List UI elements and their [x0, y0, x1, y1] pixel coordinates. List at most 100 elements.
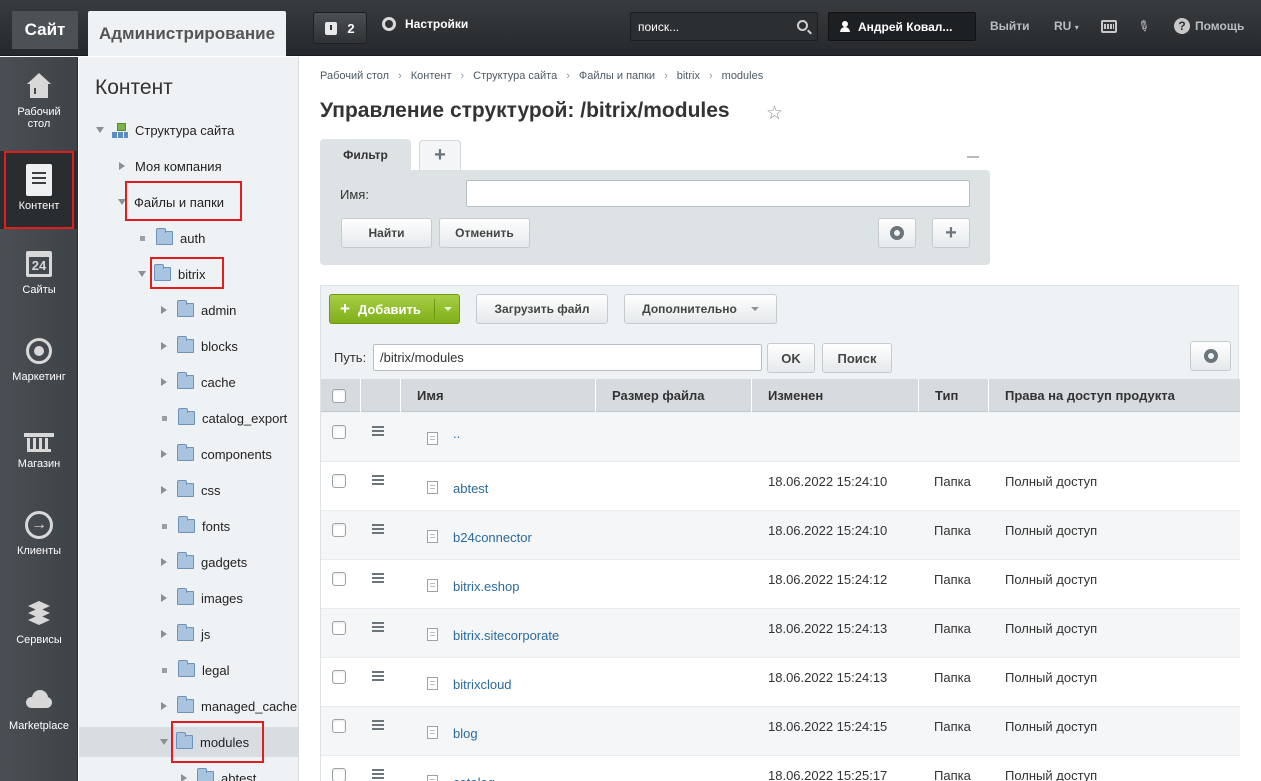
tab-filter[interactable]: Фильтр [320, 139, 411, 171]
row-menu-icon[interactable] [372, 426, 384, 436]
row-checkbox[interactable] [332, 572, 346, 586]
grid-settings-button[interactable] [1190, 341, 1231, 371]
file-name-link[interactable]: abtest [453, 481, 488, 496]
language-selector[interactable]: RU ▾ [1054, 19, 1079, 33]
tree-item-my-company[interactable]: Моя компания [79, 151, 298, 181]
row-checkbox[interactable] [332, 474, 346, 488]
filter-name-input[interactable] [466, 180, 970, 207]
expand-arrow-icon[interactable] [160, 739, 168, 745]
row-menu-icon[interactable] [372, 769, 384, 779]
collapse-arrow-icon[interactable] [161, 702, 167, 710]
breadcrumb-item[interactable]: Структура сайта [473, 70, 557, 82]
tree-item-abtest[interactable]: abtest [79, 763, 298, 781]
table-row[interactable]: abtest 18.06.2022 15:24:10 Папка Полный … [321, 462, 1240, 511]
tree-item-images[interactable]: images [79, 583, 298, 613]
file-name-link[interactable]: catalog [453, 775, 495, 781]
column-header-modified[interactable]: Изменен [752, 379, 919, 412]
tab-site[interactable]: Сайт [12, 11, 78, 49]
collapse-arrow-icon[interactable] [161, 450, 167, 458]
breadcrumb-item[interactable]: Контент [411, 70, 452, 82]
file-name-link[interactable]: .. [453, 426, 460, 441]
menu-item-clients[interactable]: → Клиенты [0, 510, 78, 557]
tree-item-gadgets[interactable]: gadgets [79, 547, 298, 577]
table-row[interactable]: bitrix.sitecorporate 18.06.2022 15:24:13… [321, 609, 1240, 658]
menu-item-desktop[interactable]: Рабочий стол [0, 71, 78, 130]
row-menu-icon[interactable] [372, 622, 384, 632]
search-icon[interactable] [797, 20, 808, 31]
tree-item-catalog-export[interactable]: catalog_export [79, 403, 298, 433]
collapse-arrow-icon[interactable] [181, 774, 187, 781]
column-header-size[interactable]: Размер файла [596, 379, 752, 412]
expand-arrow-icon[interactable] [96, 127, 104, 133]
tree-item-legal[interactable]: legal [79, 655, 298, 685]
row-checkbox[interactable] [332, 768, 346, 781]
upload-file-button[interactable]: Загрузить файл [476, 294, 608, 324]
row-checkbox[interactable] [332, 425, 346, 439]
more-actions-button[interactable]: Дополнительно [624, 294, 777, 324]
column-header-rights[interactable]: Права на доступ продукта [989, 379, 1240, 412]
tree-item-fonts[interactable]: fonts [79, 511, 298, 541]
menu-item-shop[interactable]: Магазин [0, 423, 78, 470]
tree-item-auth[interactable]: auth [79, 223, 298, 253]
star-icon[interactable]: ☆ [766, 102, 783, 125]
menu-item-sites[interactable]: 24 Сайты [0, 249, 78, 296]
table-row[interactable]: bitrix.eshop 18.06.2022 15:24:12 Папка П… [321, 560, 1240, 609]
table-row[interactable]: catalog 18.06.2022 15:25:17 Папка Полный… [321, 756, 1240, 781]
file-name-link[interactable]: blog [453, 726, 478, 741]
tree-item-js[interactable]: js [79, 619, 298, 649]
column-header-name[interactable]: Имя [401, 379, 596, 412]
column-header-type[interactable]: Тип [919, 379, 989, 412]
breadcrumb-item[interactable]: Рабочий стол [320, 70, 389, 82]
filter-settings-button[interactable] [878, 218, 916, 248]
table-row[interactable]: .. [321, 413, 1240, 462]
row-checkbox[interactable] [332, 523, 346, 537]
breadcrumb-item[interactable]: bitrix [677, 70, 700, 82]
tree-item-cache[interactable]: cache [79, 367, 298, 397]
file-name-link[interactable]: bitrixcloud [453, 677, 512, 692]
add-button[interactable]: + Добавить [329, 294, 460, 324]
menu-item-services[interactable]: Сервисы [0, 599, 78, 646]
tree-item-blocks[interactable]: blocks [79, 331, 298, 361]
row-checkbox[interactable] [332, 719, 346, 733]
minimize-icon[interactable] [967, 156, 979, 158]
tree-item-css[interactable]: css [79, 475, 298, 505]
row-menu-icon[interactable] [372, 720, 384, 730]
search-path-button[interactable]: Поиск [822, 343, 892, 373]
path-input[interactable] [373, 344, 762, 371]
collapse-arrow-icon[interactable] [161, 378, 167, 386]
help-link[interactable]: ? Помощь [1174, 18, 1244, 34]
file-name-link[interactable]: bitrix.sitecorporate [453, 628, 559, 643]
settings-link[interactable]: Настройки [382, 17, 468, 31]
tree-item-site-structure[interactable]: Структура сайта [79, 115, 298, 145]
cancel-button[interactable]: Отменить [439, 218, 530, 248]
filter-add-button[interactable]: + [932, 218, 970, 248]
row-menu-icon[interactable] [372, 475, 384, 485]
file-name-link[interactable]: b24connector [453, 530, 532, 545]
row-checkbox[interactable] [332, 670, 346, 684]
row-menu-icon[interactable] [372, 524, 384, 534]
pin-icon[interactable]: ✎ [1134, 16, 1153, 36]
breadcrumb-item[interactable]: modules [722, 70, 764, 82]
collapse-arrow-icon[interactable] [161, 594, 167, 602]
logout-link[interactable]: Выйти [990, 19, 1030, 33]
row-menu-icon[interactable] [372, 573, 384, 583]
ok-button[interactable]: OK [767, 343, 815, 373]
collapse-arrow-icon[interactable] [119, 162, 125, 170]
notifications-button[interactable]: 2 [313, 12, 367, 44]
table-row[interactable]: bitrixcloud 18.06.2022 15:24:13 Папка По… [321, 658, 1240, 707]
search-input[interactable] [631, 13, 817, 40]
select-all-checkbox[interactable] [332, 388, 346, 403]
collapse-arrow-icon[interactable] [161, 486, 167, 494]
user-menu[interactable]: Андрей Ковал... [828, 12, 976, 41]
tree-item-components[interactable]: components [79, 439, 298, 469]
table-row[interactable]: blog 18.06.2022 15:24:15 Папка Полный до… [321, 707, 1240, 756]
menu-item-marketplace[interactable]: Marketplace [0, 685, 78, 732]
collapse-arrow-icon[interactable] [161, 558, 167, 566]
menu-item-marketing[interactable]: Маркетинг [0, 336, 78, 383]
file-name-link[interactable]: bitrix.eshop [453, 579, 519, 594]
table-row[interactable]: b24connector 18.06.2022 15:24:10 Папка П… [321, 511, 1240, 560]
keyboard-icon[interactable] [1101, 20, 1117, 33]
collapse-arrow-icon[interactable] [161, 630, 167, 638]
add-filter-tab-button[interactable]: + [419, 140, 461, 170]
breadcrumb-item[interactable]: Файлы и папки [579, 70, 655, 82]
